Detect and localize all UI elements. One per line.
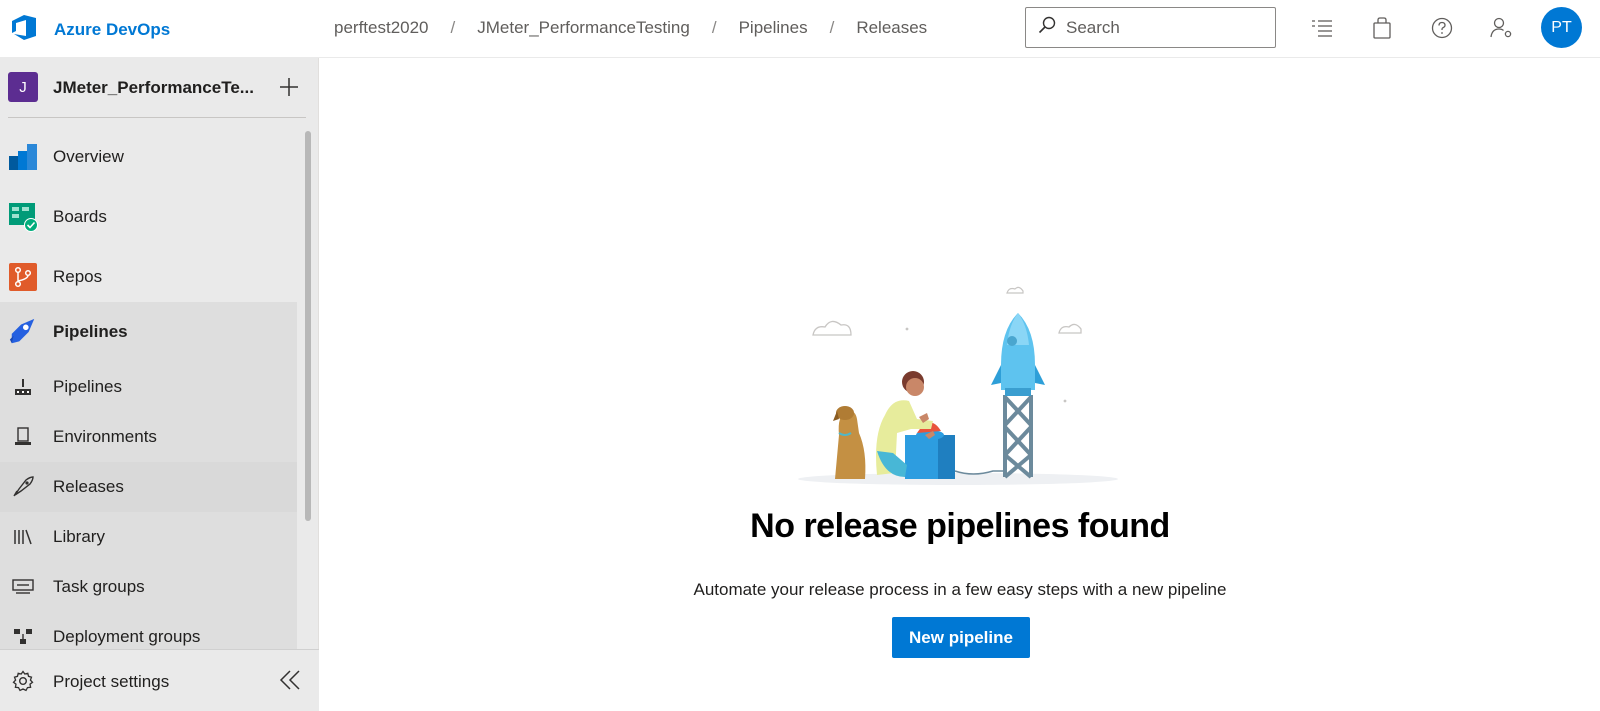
sidebar-nav: Overview Boards Repos Pipelines Pipeline… — [0, 120, 297, 704]
sidebar-item-label: Library — [53, 527, 105, 546]
search-icon — [1038, 16, 1056, 39]
project-name: JMeter_PerformanceTe... — [53, 78, 254, 97]
sidebar-subitem-library[interactable]: Library — [0, 512, 297, 562]
gear-icon — [12, 670, 34, 697]
pipelines-icon — [8, 317, 38, 347]
add-icon[interactable] — [276, 74, 302, 100]
search-box[interactable] — [1025, 7, 1276, 48]
search-input[interactable] — [1066, 17, 1256, 38]
task-groups-icon — [12, 576, 34, 598]
overview-icon — [8, 142, 38, 172]
azure-devops-logo-icon — [10, 13, 38, 46]
breadcrumb-separator: / — [711, 18, 717, 37]
breadcrumb-organization[interactable]: perftest2020 — [334, 18, 429, 38]
sidebar-item-pipelines[interactable]: Pipelines — [0, 302, 297, 362]
sidebar-item-label: Boards — [53, 207, 107, 226]
breadcrumb-separator: / — [829, 18, 835, 37]
divider — [8, 117, 306, 118]
new-pipeline-button[interactable]: New pipeline — [892, 617, 1030, 658]
sidebar-subitem-environments[interactable]: Environments — [0, 412, 297, 462]
releases-icon — [12, 476, 34, 498]
library-icon — [12, 526, 34, 548]
collapse-sidebar-icon[interactable] — [278, 668, 302, 697]
breadcrumb-separator: / — [450, 18, 456, 37]
sidebar-item-overview[interactable]: Overview — [0, 130, 297, 184]
avatar[interactable]: PT — [1541, 7, 1582, 48]
sidebar-item-boards[interactable]: Boards — [0, 190, 297, 244]
sidebar-subitem-task-groups[interactable]: Task groups — [0, 562, 297, 612]
breadcrumb-pipelines[interactable]: Pipelines — [739, 18, 808, 38]
empty-state-title: No release pipelines found — [750, 507, 1170, 545]
work-items-icon[interactable] — [1310, 16, 1334, 40]
brand[interactable]: Azure DevOps — [10, 13, 170, 46]
sidebar-scrollbar[interactable] — [305, 131, 311, 521]
repos-icon — [8, 262, 38, 292]
boards-icon — [8, 202, 38, 232]
main-content: No release pipelines found Automate your… — [320, 59, 1600, 711]
user-settings-icon[interactable] — [1490, 16, 1514, 40]
pipelines-sub-icon — [12, 376, 34, 398]
deployment-groups-icon — [12, 626, 34, 648]
breadcrumb-project[interactable]: JMeter_PerformanceTesting — [477, 18, 690, 38]
breadcrumb: perftest2020 / JMeter_PerformanceTesting… — [334, 18, 927, 38]
sidebar-item-label: Deployment groups — [53, 627, 201, 646]
project-avatar: J — [8, 72, 38, 102]
sidebar-subitem-releases[interactable]: Releases — [0, 462, 297, 512]
sidebar-item-label: Task groups — [53, 577, 145, 596]
breadcrumb-releases[interactable]: Releases — [856, 18, 927, 38]
sidebar-item-label: Overview — [53, 147, 124, 166]
sidebar-item-label: Pipelines — [53, 377, 122, 396]
sidebar-item-label: Environments — [53, 427, 157, 446]
brand-name: Azure DevOps — [54, 19, 171, 39]
project-header[interactable]: J JMeter_PerformanceTe... — [0, 58, 319, 117]
sidebar-item-label: Releases — [53, 477, 124, 496]
sidebar-item-label: Repos — [53, 267, 103, 286]
project-settings[interactable]: Project settings — [0, 649, 319, 711]
help-icon[interactable] — [1430, 16, 1454, 40]
marketplace-bag-icon[interactable] — [1370, 16, 1394, 40]
project-settings-label: Project settings — [53, 672, 170, 691]
sidebar-item-label: Pipelines — [53, 322, 128, 341]
sidebar-subitem-pipelines[interactable]: Pipelines — [0, 362, 297, 412]
empty-state-illustration — [793, 285, 1123, 490]
sidebar-item-repos[interactable]: Repos — [0, 250, 297, 304]
top-header: Azure DevOps perftest2020 / JMeter_Perfo… — [0, 0, 1600, 58]
sidebar: J JMeter_PerformanceTe... Overview Board… — [0, 58, 319, 711]
empty-state-description: Automate your release process in a few e… — [693, 580, 1227, 599]
environments-icon — [12, 426, 34, 448]
